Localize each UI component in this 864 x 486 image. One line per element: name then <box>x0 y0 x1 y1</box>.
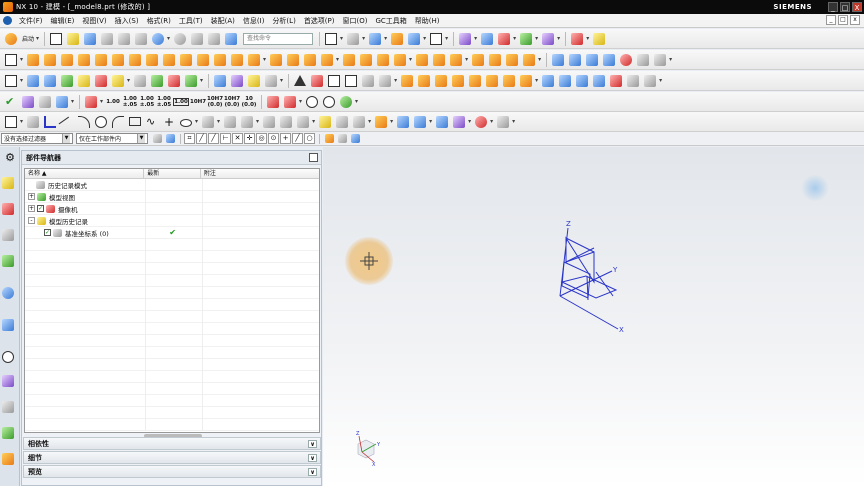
csys-y-label: Y <box>612 266 618 274</box>
triad-y-label: Y <box>376 442 381 448</box>
crosshair-cursor-icon <box>360 252 378 270</box>
view-triad <box>357 435 377 463</box>
triad-z-label: Z <box>356 431 360 437</box>
datum-csys[interactable] <box>559 227 619 330</box>
graphics-overlay: Z Y X Z Y X <box>356 220 624 468</box>
triad-x-label: X <box>372 462 376 468</box>
csys-x-label: X <box>619 326 624 334</box>
csys-z-label: Z <box>566 220 571 228</box>
